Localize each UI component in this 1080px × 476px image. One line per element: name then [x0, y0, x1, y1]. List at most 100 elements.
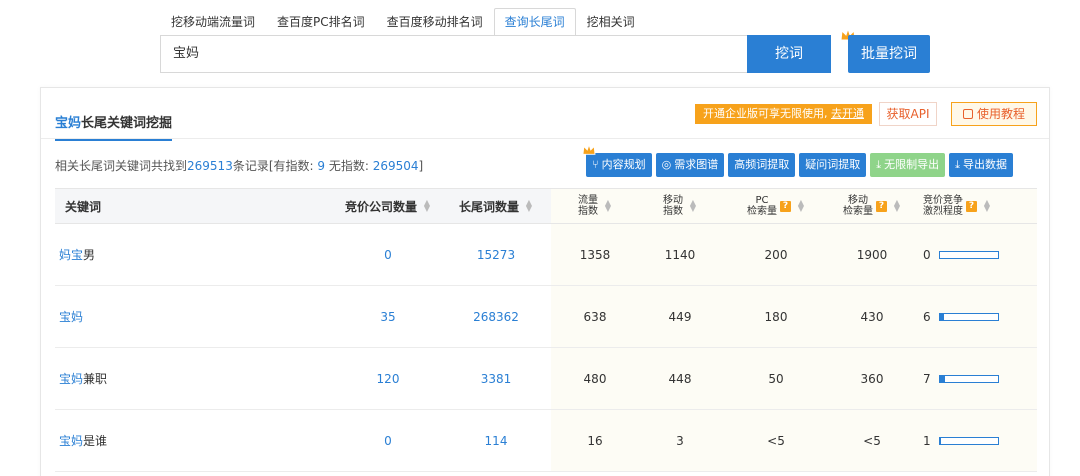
- tutorial-button[interactable]: 使用教程: [951, 102, 1037, 126]
- sort-icon[interactable]: ▲ ▼: [893, 199, 901, 213]
- row-bid[interactable]: 35: [335, 286, 441, 347]
- competition-bar-fill: [939, 313, 945, 320]
- competition-value: 0: [923, 247, 931, 262]
- col-compete-l2: 激烈程度: [923, 206, 963, 217]
- result-summary: 相关长尾词关键词共找到269513条记录[有指数: 9 无指数: 269504]: [55, 157, 423, 174]
- row-longtail[interactable]: 268362: [441, 286, 551, 347]
- content-plan-button[interactable]: ⑂ 内容规划: [582, 144, 652, 177]
- sort-icon[interactable]: ▲ ▼: [983, 199, 991, 213]
- sort-icon[interactable]: ▲ ▼: [797, 199, 805, 213]
- summary-total: 269513: [187, 159, 233, 173]
- row-bid[interactable]: 0: [335, 224, 441, 285]
- row-mobile-search: 360: [831, 348, 913, 409]
- col-mobile-l1: 移动: [663, 195, 683, 206]
- dig-button[interactable]: 挖词: [747, 35, 831, 73]
- question-label: 疑问词提取: [805, 158, 861, 171]
- keyword-highlight: 妈宝: [59, 248, 84, 262]
- summary-with-index: 9: [317, 159, 326, 173]
- action-toolbar: ⑂ 内容规划 ◎ 需求图谱 高频词提取 疑问词提取 ⤓ 无限制导出 ⤓ 导出数据: [582, 144, 1013, 177]
- row-keyword[interactable]: 宝妈 是谁: [55, 410, 335, 471]
- help-icon[interactable]: ?: [876, 200, 887, 212]
- row-pc-search: 200: [721, 224, 831, 285]
- share-icon: ⑂: [592, 158, 599, 171]
- col-msearch-l1: 移动: [848, 195, 868, 206]
- batch-dig-button[interactable]: 批量挖词: [848, 35, 930, 73]
- tab-baidu-pc-rank[interactable]: 查百度PC排名词: [266, 8, 376, 36]
- competition-value: 6: [923, 309, 931, 324]
- row-bid[interactable]: 0: [335, 410, 441, 471]
- get-api-button[interactable]: 获取API: [879, 102, 937, 126]
- promo-open-link[interactable]: 去开通: [831, 107, 864, 120]
- tab-related[interactable]: 挖相关词: [576, 8, 646, 36]
- competition-value: 7: [923, 371, 931, 386]
- summary-mid2: 无指数:: [325, 159, 373, 173]
- longtail-table: 关键词 竞价公司数量 ▲ ▼ 长尾词数量 ▲ ▼ 流量 指数 ▲ ▼ 移动 指数 ▲ ▼ PC 检索量…: [55, 188, 1037, 472]
- competition-value: 1: [923, 433, 931, 448]
- keyword-highlight: 宝妈: [59, 310, 84, 324]
- row-traffic: 1358: [551, 224, 639, 285]
- row-competition: 1: [913, 410, 1037, 471]
- promo-arrow: [865, 108, 871, 120]
- help-icon[interactable]: ?: [966, 200, 977, 212]
- row-competition: 6: [913, 286, 1037, 347]
- help-icon[interactable]: ?: [780, 200, 791, 212]
- export-data-label: 导出数据: [962, 158, 1007, 171]
- col-longtail-label: 长尾词数量: [458, 199, 519, 214]
- tab-mobile-traffic[interactable]: 挖移动端流量词: [160, 8, 266, 36]
- row-mobile: 449: [639, 286, 721, 347]
- competition-bar: [938, 250, 999, 259]
- row-longtail[interactable]: 3381: [441, 348, 551, 409]
- title-divider: [41, 138, 1049, 139]
- col-keyword: 关键词: [55, 189, 335, 223]
- row-competition: 7: [913, 348, 1037, 409]
- competition-bar: [938, 436, 999, 445]
- row-traffic: 638: [551, 286, 639, 347]
- unlimited-export-label: 无限制导出: [884, 158, 940, 171]
- sort-icon[interactable]: ▲ ▼: [423, 199, 431, 213]
- crown-icon: [582, 144, 596, 155]
- row-bid[interactable]: 120: [335, 348, 441, 409]
- sort-icon[interactable]: ▲ ▼: [689, 199, 697, 213]
- sort-icon[interactable]: ▲ ▼: [604, 199, 612, 213]
- col-keyword-label: 关键词: [65, 199, 102, 214]
- high-freq-extract-button[interactable]: 高频词提取: [728, 153, 796, 177]
- export-data-button[interactable]: ⤓ 导出数据: [949, 153, 1013, 177]
- col-traffic-l1: 流量: [578, 195, 598, 206]
- summary-no-index: 269504: [372, 159, 419, 173]
- col-mobile-search[interactable]: 移动 检索量? ▲ ▼: [831, 189, 913, 223]
- col-longtail-count[interactable]: 长尾词数量 ▲ ▼: [441, 189, 551, 223]
- col-bid-companies[interactable]: 竞价公司数量 ▲ ▼: [335, 189, 441, 223]
- row-longtail[interactable]: 15273: [441, 224, 551, 285]
- keyword-highlight: 宝妈: [59, 434, 84, 448]
- col-bid-label: 竞价公司数量: [344, 199, 417, 214]
- competition-bar: [938, 374, 999, 383]
- row-longtail[interactable]: 114: [441, 410, 551, 471]
- row-keyword[interactable]: 宝妈: [55, 286, 335, 347]
- col-traffic-index[interactable]: 流量 指数 ▲ ▼: [551, 189, 639, 223]
- row-keyword[interactable]: 妈宝男: [55, 224, 335, 285]
- keyword-search-input[interactable]: 宝妈: [160, 35, 748, 73]
- tab-baidu-mobile-rank[interactable]: 查百度移动排名词: [376, 8, 494, 36]
- high-freq-label: 高频词提取: [734, 158, 790, 171]
- col-compete-l1: 竞价竞争: [923, 195, 963, 206]
- row-mobile: 448: [639, 348, 721, 409]
- row-keyword[interactable]: 宝妈 兼职: [55, 348, 335, 409]
- tab-longtail[interactable]: 查询长尾词: [493, 8, 576, 36]
- col-pc-l1: PC: [755, 195, 769, 206]
- demand-graph-button[interactable]: ◎ 需求图谱: [655, 153, 725, 177]
- question-extract-button[interactable]: 疑问词提取: [799, 153, 867, 177]
- table-row: 妈宝男 0 15273 1358 1140 200 1900 0: [55, 224, 1037, 286]
- longtail-panel: 宝妈长尾关键词挖掘 开通企业版可享无限使用, 去开通 获取API 使用教程 相关…: [40, 87, 1050, 476]
- col-traffic-l2: 指数: [578, 206, 598, 217]
- col-competition[interactable]: 竞价竞争 激烈程度? ▲ ▼: [913, 189, 1037, 223]
- row-competition: 0: [913, 224, 1037, 285]
- promo-text: 开通企业版可享无限使用,: [703, 107, 831, 120]
- unlimited-export-button[interactable]: ⤓ 无限制导出: [870, 153, 946, 177]
- row-pc-search: <5: [721, 410, 831, 471]
- col-msearch-l2: 检索量: [843, 206, 873, 217]
- table-header: 关键词 竞价公司数量 ▲ ▼ 长尾词数量 ▲ ▼ 流量 指数 ▲ ▼ 移动 指数 ▲ ▼ PC 检索量…: [55, 188, 1037, 224]
- sort-icon[interactable]: ▲ ▼: [525, 199, 533, 213]
- col-pc-search[interactable]: PC 检索量? ▲ ▼: [721, 189, 831, 223]
- col-mobile-index[interactable]: 移动 指数 ▲ ▼: [639, 189, 721, 223]
- competition-bar-fill: [939, 375, 946, 382]
